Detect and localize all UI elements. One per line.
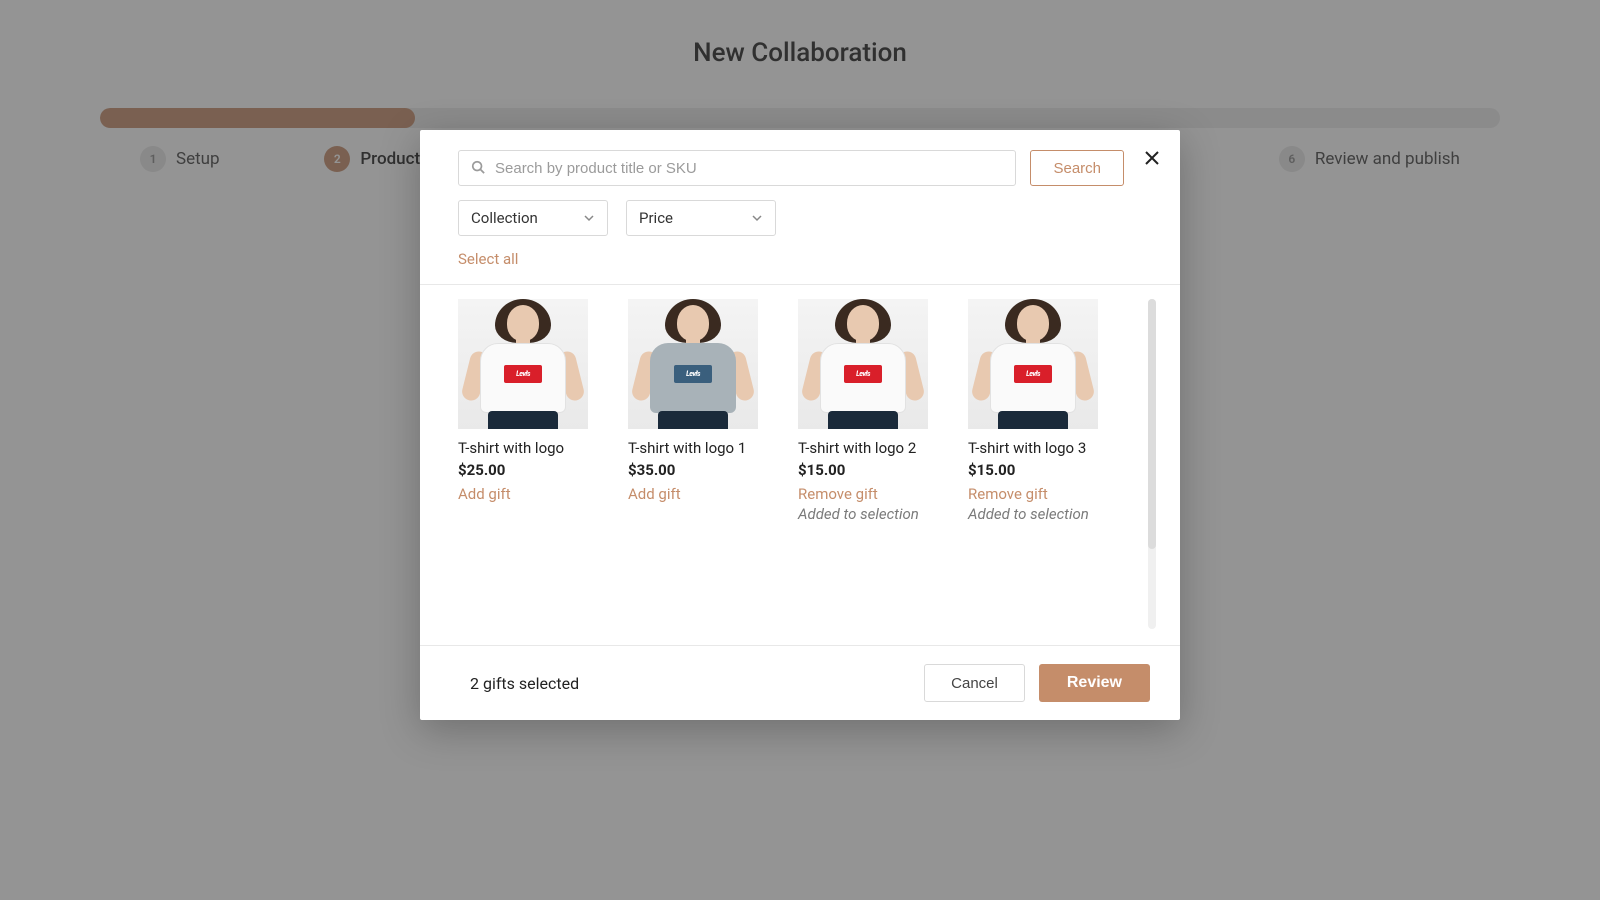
add-gift-link[interactable]: Add gift	[458, 485, 588, 503]
product-name: T-shirt with logo	[458, 439, 588, 459]
close-icon	[1143, 149, 1161, 167]
modal-overlay: Search Collection Price Select all Levi'…	[0, 0, 1600, 900]
price-filter[interactable]: Price	[626, 200, 776, 236]
product-picker-modal: Search Collection Price Select all Levi'…	[420, 130, 1180, 720]
added-status: Added to selection	[968, 505, 1098, 523]
product-image[interactable]: Levi's	[628, 299, 758, 429]
collection-filter-label: Collection	[471, 209, 538, 227]
chevron-down-icon	[583, 212, 595, 224]
product-price: $15.00	[798, 461, 928, 479]
search-input[interactable]	[495, 160, 1003, 177]
product-image[interactable]: Levi's	[968, 299, 1098, 429]
search-button[interactable]: Search	[1030, 150, 1124, 186]
product-price: $35.00	[628, 461, 758, 479]
added-status: Added to selection	[798, 505, 928, 523]
product-card: Levi's T-shirt with logo 1 $35.00 Add gift	[628, 299, 758, 523]
product-card: Levi's T-shirt with logo 3 $15.00 Remove gi…	[968, 299, 1098, 523]
review-button[interactable]: Review	[1039, 664, 1150, 702]
scrollbar-thumb[interactable]	[1148, 299, 1156, 549]
search-icon	[471, 159, 485, 178]
remove-gift-link[interactable]: Remove gift	[798, 485, 928, 503]
selection-count: 2 gifts selected	[450, 674, 579, 693]
product-price: $25.00	[458, 461, 588, 479]
scrollbar-track[interactable]	[1148, 299, 1156, 629]
search-box[interactable]	[458, 150, 1016, 186]
remove-gift-link[interactable]: Remove gift	[968, 485, 1098, 503]
product-image[interactable]: Levi's	[458, 299, 588, 429]
product-price: $15.00	[968, 461, 1098, 479]
chevron-down-icon	[751, 212, 763, 224]
product-card: Levi's T-shirt with logo 2 $15.00 Remove gi…	[798, 299, 928, 523]
close-button[interactable]	[1138, 144, 1166, 172]
product-image[interactable]: Levi's	[798, 299, 928, 429]
product-name: T-shirt with logo 1	[628, 439, 758, 459]
cancel-button[interactable]: Cancel	[924, 664, 1025, 702]
product-card: Levi's T-shirt with logo $25.00 Add gift	[458, 299, 588, 523]
price-filter-label: Price	[639, 209, 673, 227]
product-name: T-shirt with logo 3	[968, 439, 1098, 459]
add-gift-link[interactable]: Add gift	[628, 485, 758, 503]
select-all-link[interactable]: Select all	[458, 250, 518, 268]
product-name: T-shirt with logo 2	[798, 439, 928, 459]
collection-filter[interactable]: Collection	[458, 200, 608, 236]
